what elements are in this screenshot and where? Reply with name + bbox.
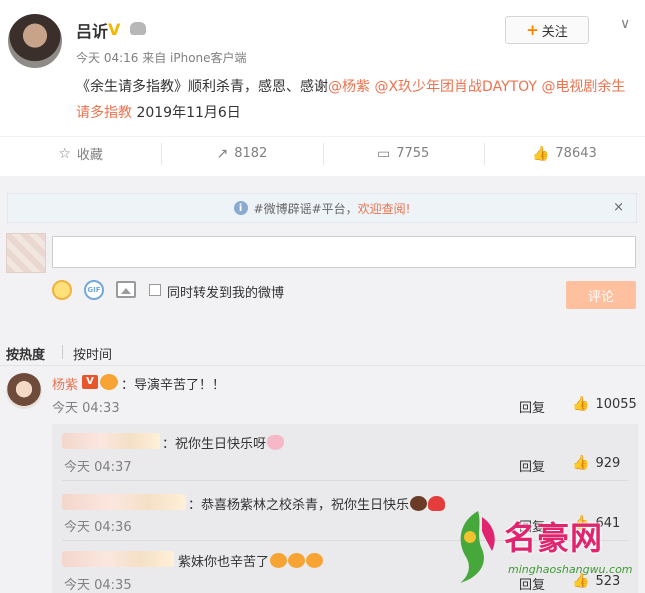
site-watermark: 名豪网 minghaoshangwu.com [448, 505, 638, 589]
watermark-url: minghaoshangwu.com [508, 563, 633, 576]
pig-emoji-icon [267, 435, 285, 450]
close-icon[interactable]: × [613, 200, 624, 215]
fan-badge-icon [100, 374, 118, 390]
like-count: 78643 [555, 146, 597, 161]
post-action-bar: ☆ 收藏 ↗ 8182 ▭ 7755 👍 78643 [0, 136, 645, 170]
repost-count: 8182 [234, 146, 268, 161]
watermark-logo-icon [460, 511, 495, 583]
comment-input[interactable] [52, 236, 636, 268]
sort-by-hot[interactable]: 按热度 [6, 344, 45, 363]
sub-comment-text: 紫妹你也辛苦了 [178, 551, 324, 570]
mention-link[interactable]: @X玖少年团肖战DAYTOY [374, 79, 537, 95]
favorite-label: 收藏 [76, 148, 103, 163]
post-text: 《余生请多指教》顺利杀青，感恩、感谢 [76, 79, 328, 95]
kiss-emoji-icon [288, 553, 306, 568]
commenter-name[interactable]: 杨紫 [52, 374, 78, 393]
sort-by-time[interactable]: 按时间 [73, 344, 112, 363]
sub-comment-time: 今天 04:35 [64, 578, 132, 593]
emoji-icon[interactable] [52, 280, 72, 300]
sub-comment-text: ：恭喜杨紫林之校杀青，祝你生日快乐 [188, 494, 446, 513]
kiss-emoji-icon [306, 553, 324, 568]
follow-label: 关注 [541, 24, 568, 40]
weibo-post: 吕䜣 V 今天 04:16 来自 iPhone客户端 + 关注 ∨ 《余生请多指… [0, 0, 645, 130]
comment-like-count: 929 [595, 455, 621, 471]
sort-divider [62, 345, 63, 359]
chevron-down-icon[interactable]: ∨ [620, 16, 630, 32]
image-icon[interactable] [116, 281, 136, 298]
post-date: 2019年11月6日 [136, 105, 241, 121]
sub-comment-body: 紫妹你也辛苦了 [178, 555, 270, 570]
sub-comment-time: 今天 04:36 [64, 520, 132, 535]
comment-count: 7755 [396, 146, 430, 161]
comment-like-button[interactable]: 👍 10055 [572, 396, 637, 412]
comment-icon: ▭ [376, 145, 391, 162]
post-meta: 今天 04:16 来自 iPhone客户端 [76, 51, 247, 65]
divider [62, 480, 628, 481]
my-avatar [6, 233, 46, 273]
kiss-emoji-icon [270, 553, 288, 568]
sub-comment-body: ：祝你生日快乐呀 [162, 437, 267, 452]
follow-button[interactable]: + 关注 [505, 16, 589, 44]
comment-text: ：导演辛苦了！！ [121, 378, 226, 393]
author-avatar[interactable] [8, 14, 62, 68]
submit-comment-button[interactable]: 评论 [566, 281, 636, 309]
verified-badge-icon: V [108, 20, 121, 39]
repost-checkbox[interactable] [149, 284, 161, 296]
rumor-notice-bar: i #微博辟谣#平台， 欢迎查阅! × [7, 193, 637, 223]
thumbs-up-icon: 👍 [572, 455, 590, 471]
gif-icon[interactable]: GIF [84, 280, 104, 300]
comment-button[interactable]: ▭ 7755 [322, 137, 484, 170]
info-icon: i [233, 201, 248, 215]
post-content: 《余生请多指教》顺利杀青，感恩、感谢@杨紫 @X玖少年团肖战DAYTOY @电视… [76, 74, 636, 126]
cake-emoji-icon [410, 496, 428, 511]
verified-badge-icon: V [82, 375, 98, 389]
comment-like-count: 10055 [595, 396, 637, 412]
like-button[interactable]: 👍 78643 [483, 137, 645, 170]
notice-text[interactable]: #微博辟谣#平台， [254, 200, 358, 217]
thumbs-up-icon: 👍 [531, 145, 550, 162]
heart-emoji-icon [428, 496, 446, 511]
reply-link[interactable]: 回复 [519, 397, 545, 416]
commenter-badges: V [82, 374, 122, 390]
author-name[interactable]: 吕䜣 [76, 18, 108, 42]
repost-icon: ↗ [216, 145, 229, 162]
commenter-avatar[interactable] [6, 373, 42, 409]
blurred-username[interactable] [62, 551, 174, 567]
plus-icon: + [526, 21, 539, 39]
blurred-username[interactable] [62, 494, 186, 510]
notice-link[interactable]: 欢迎查阅! [358, 200, 411, 217]
star-icon: ☆ [58, 145, 71, 162]
thumbs-up-icon: 👍 [572, 396, 590, 412]
repost-button[interactable]: ↗ 8182 [161, 137, 322, 170]
sub-comment-time: 今天 04:37 [64, 460, 132, 475]
repost-checkbox-label[interactable]: 同时转发到我的微博 [167, 282, 284, 301]
blurred-username[interactable] [62, 433, 160, 449]
favorite-button[interactable]: ☆ 收藏 [0, 137, 161, 170]
member-crown-icon [130, 22, 146, 35]
sub-comment-text: ：祝你生日快乐呀 [162, 433, 285, 452]
comment-time: 今天 04:33 [52, 401, 120, 416]
sub-comment-body: ：恭喜杨紫林之校杀青，祝你生日快乐 [188, 498, 410, 513]
watermark-title: 名豪网 [504, 519, 604, 557]
mention-link[interactable]: @杨紫 [328, 79, 370, 95]
comment-sort-bar: 按热度 按时间 [0, 340, 645, 364]
comment-like-button[interactable]: 👍 929 [572, 455, 620, 471]
divider [0, 365, 645, 366]
reply-link[interactable]: 回复 [519, 456, 545, 475]
